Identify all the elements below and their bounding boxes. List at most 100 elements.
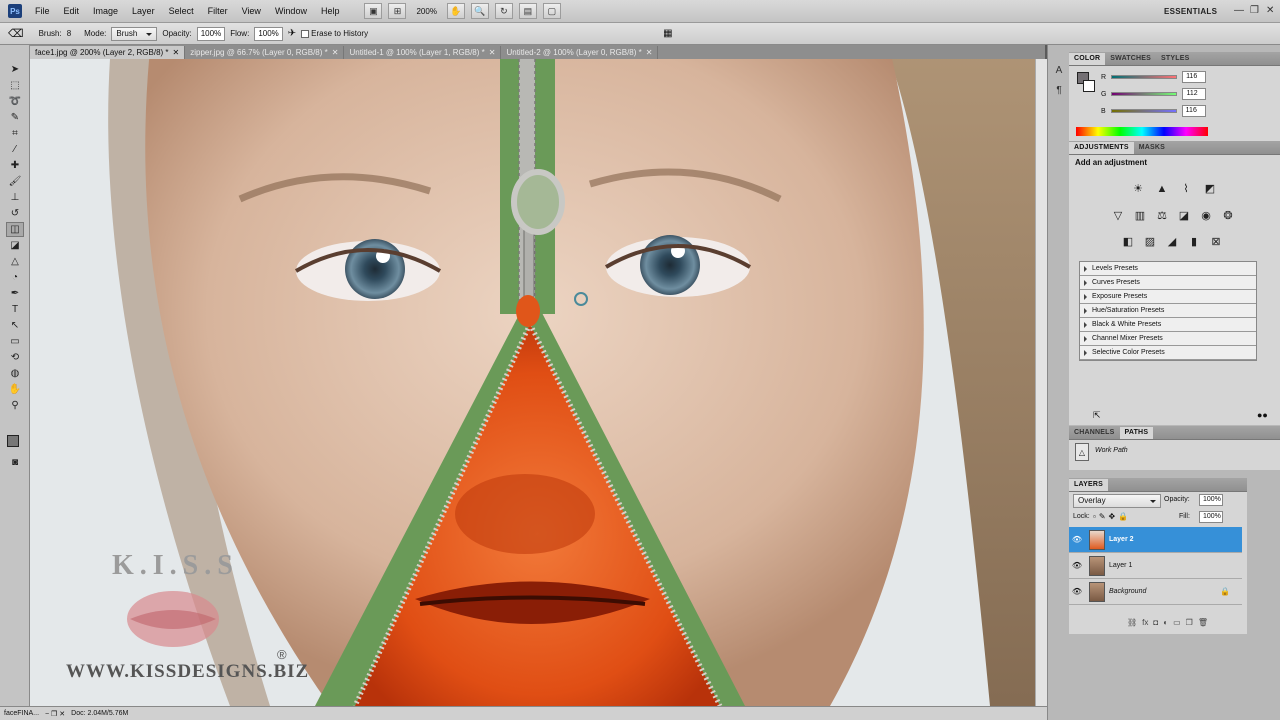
levels-icon[interactable]: ▲ [1155, 182, 1169, 196]
tab-face1[interactable]: face1.jpg @ 200% (Layer 2, RGB/8) * ✕ [30, 46, 186, 59]
hue-saturation-icon[interactable]: ▥ [1133, 209, 1147, 223]
menu-view[interactable]: View [235, 0, 268, 23]
character-panel-icon[interactable]: A [1052, 65, 1066, 79]
view-extras-icon[interactable]: ⊞ [388, 3, 407, 19]
type-tool-icon[interactable]: T [6, 302, 24, 317]
link-layers-icon[interactable]: ⛓ [1127, 618, 1137, 627]
layer-name[interactable]: Layer 2 [1109, 536, 1134, 543]
screen-mode-icon[interactable]: ▢ [542, 3, 561, 19]
restore-icon[interactable]: ❐ [1250, 5, 1259, 16]
menu-help[interactable]: Help [314, 0, 347, 23]
selective-color-icon[interactable]: ⊠ [1209, 235, 1223, 249]
lock-options-icon[interactable]: ▫✎✥🔒 [1093, 512, 1131, 521]
layer-name[interactable]: Background [1109, 588, 1146, 595]
rotate-view-icon[interactable]: ↻ [494, 3, 513, 19]
layer-row-layer-2[interactable]: 👁 Layer 2 [1069, 527, 1242, 553]
tab-color[interactable]: COLOR [1069, 53, 1106, 65]
brush-tool-icon[interactable]: 🖌 [6, 174, 24, 189]
eraser-tool-icon[interactable]: ⌫ [8, 27, 24, 40]
minimized-doc-controls-icon[interactable]: − ❐ ✕ [45, 710, 65, 718]
return-to-list-icon[interactable]: ⇱ [1093, 410, 1101, 421]
exposure-icon[interactable]: ◩ [1203, 182, 1217, 196]
menu-edit[interactable]: Edit [57, 0, 87, 23]
new-group-icon[interactable]: ▭ [1173, 618, 1181, 627]
tab-channels[interactable]: CHANNELS [1069, 427, 1120, 439]
tab-untitled-2[interactable]: Untitled-2 @ 100% (Layer 0, RGB/8) * ✕ [501, 46, 659, 59]
threshold-icon[interactable]: ◢ [1165, 235, 1179, 249]
foreground-color-swatch[interactable] [7, 435, 19, 447]
gradient-tool-icon[interactable]: ◪ [6, 238, 24, 253]
add-mask-icon[interactable]: ◘ [1153, 618, 1158, 627]
path-selection-tool-icon[interactable]: ↖ [6, 318, 24, 333]
new-layer-icon[interactable]: ❐ [1186, 618, 1193, 627]
close-tab-icon[interactable]: ✕ [173, 46, 180, 59]
quick-select-tool-icon[interactable]: ✎ [6, 110, 24, 125]
menu-window[interactable]: Window [268, 0, 314, 23]
clone-stamp-tool-icon[interactable]: ⊥ [6, 190, 24, 205]
launch-bridge-icon[interactable]: ▣ [364, 3, 383, 19]
preset-selective-color[interactable]: Selective Color Presets [1080, 346, 1256, 360]
green-value-field[interactable]: 112 [1182, 88, 1207, 100]
marquee-tool-icon[interactable]: ⬚ [6, 78, 24, 93]
vibrance-icon[interactable]: ▽ [1111, 209, 1125, 223]
zoom-level[interactable]: 200% [412, 7, 440, 16]
preset-curves[interactable]: Curves Presets [1080, 276, 1256, 290]
arrange-documents-icon[interactable]: ▤ [518, 3, 537, 19]
blue-value-field[interactable]: 116 [1181, 105, 1206, 117]
hand-tool-icon[interactable]: ✋ [6, 382, 24, 397]
shape-tool-icon[interactable]: ▭ [6, 334, 24, 349]
tab-paths[interactable]: PATHS [1119, 427, 1154, 439]
close-tab-icon[interactable]: ✕ [332, 46, 339, 59]
visibility-eye-icon[interactable]: 👁 [1069, 587, 1085, 596]
dodge-tool-icon[interactable]: ◔ [6, 270, 24, 285]
doc-size-info[interactable]: Doc: 2.04M/5.76M [71, 710, 128, 717]
minimize-icon[interactable]: — [1234, 5, 1244, 16]
airbrush-icon[interactable]: ✈ [288, 28, 296, 39]
canvas-vertical-scrollbar[interactable] [1035, 59, 1047, 706]
brush-size[interactable]: 8 [67, 29, 71, 38]
close-tab-icon[interactable]: ✕ [489, 46, 496, 59]
tab-zipper[interactable]: zipper.jpg @ 66.7% (Layer 0, RGB/8) * ✕ [185, 46, 345, 59]
menu-image[interactable]: Image [86, 0, 125, 23]
menu-layer[interactable]: Layer [125, 0, 162, 23]
menu-file[interactable]: File [28, 0, 57, 23]
zoom-tool-icon[interactable]: ⚲ [6, 398, 24, 413]
preset-exposure[interactable]: Exposure Presets [1080, 290, 1256, 304]
photoshop-logo-icon[interactable]: Ps [8, 4, 22, 18]
color-balance-icon[interactable]: ⚖ [1155, 209, 1169, 223]
menu-filter[interactable]: Filter [201, 0, 235, 23]
healing-brush-tool-icon[interactable]: ✚ [6, 158, 24, 173]
brightness-contrast-icon[interactable]: ☀ [1131, 182, 1145, 196]
blue-slider[interactable] [1110, 109, 1177, 113]
pen-tool-icon[interactable]: ✒ [6, 286, 24, 301]
clip-to-layer-icon[interactable]: ●● [1257, 410, 1268, 420]
blend-mode-dropdown[interactable]: Overlay [1073, 494, 1161, 508]
curves-icon[interactable]: ⌇ [1179, 182, 1193, 196]
visibility-eye-icon[interactable]: 👁 [1069, 535, 1085, 544]
visibility-eye-icon[interactable]: 👁 [1069, 561, 1085, 570]
zoom-tool-icon[interactable]: 🔍 [470, 3, 489, 19]
red-value-field[interactable]: 116 [1182, 71, 1207, 83]
black-white-icon[interactable]: ◪ [1177, 209, 1191, 223]
paragraph-panel-icon[interactable]: ¶ [1052, 85, 1066, 99]
crop-tool-icon[interactable]: ⌗ [6, 126, 24, 141]
opacity-field[interactable]: 100% [196, 26, 226, 41]
brush-panel-icon[interactable]: ▦ [663, 28, 672, 39]
close-tab-icon[interactable]: ✕ [646, 46, 653, 59]
tab-styles[interactable]: STYLES [1156, 53, 1194, 65]
close-icon[interactable]: ✕ [1266, 5, 1274, 16]
tab-swatches[interactable]: SWATCHES [1105, 53, 1156, 65]
photo-filter-icon[interactable]: ◉ [1199, 209, 1213, 223]
hand-tool-icon[interactable]: ✋ [446, 3, 465, 19]
menu-select[interactable]: Select [162, 0, 201, 23]
new-adjustment-layer-icon[interactable]: ◐ [1163, 618, 1168, 627]
history-brush-tool-icon[interactable]: ↺ [6, 206, 24, 221]
tab-untitled-1[interactable]: Untitled-1 @ 100% (Layer 1, RGB/8) * ✕ [344, 46, 502, 59]
preset-hue-saturation[interactable]: Hue/Saturation Presets [1080, 304, 1256, 318]
3d-rotate-tool-icon[interactable]: ⟲ [6, 350, 24, 365]
green-slider[interactable] [1111, 92, 1178, 96]
tab-layers[interactable]: LAYERS [1069, 479, 1108, 491]
document-canvas[interactable]: K.I.S.S WWW.KISSDESIGNS.BIZ ® [30, 59, 1035, 706]
tab-adjustments[interactable]: ADJUSTMENTS [1069, 142, 1134, 154]
move-tool-icon[interactable]: ➤ [6, 62, 24, 77]
